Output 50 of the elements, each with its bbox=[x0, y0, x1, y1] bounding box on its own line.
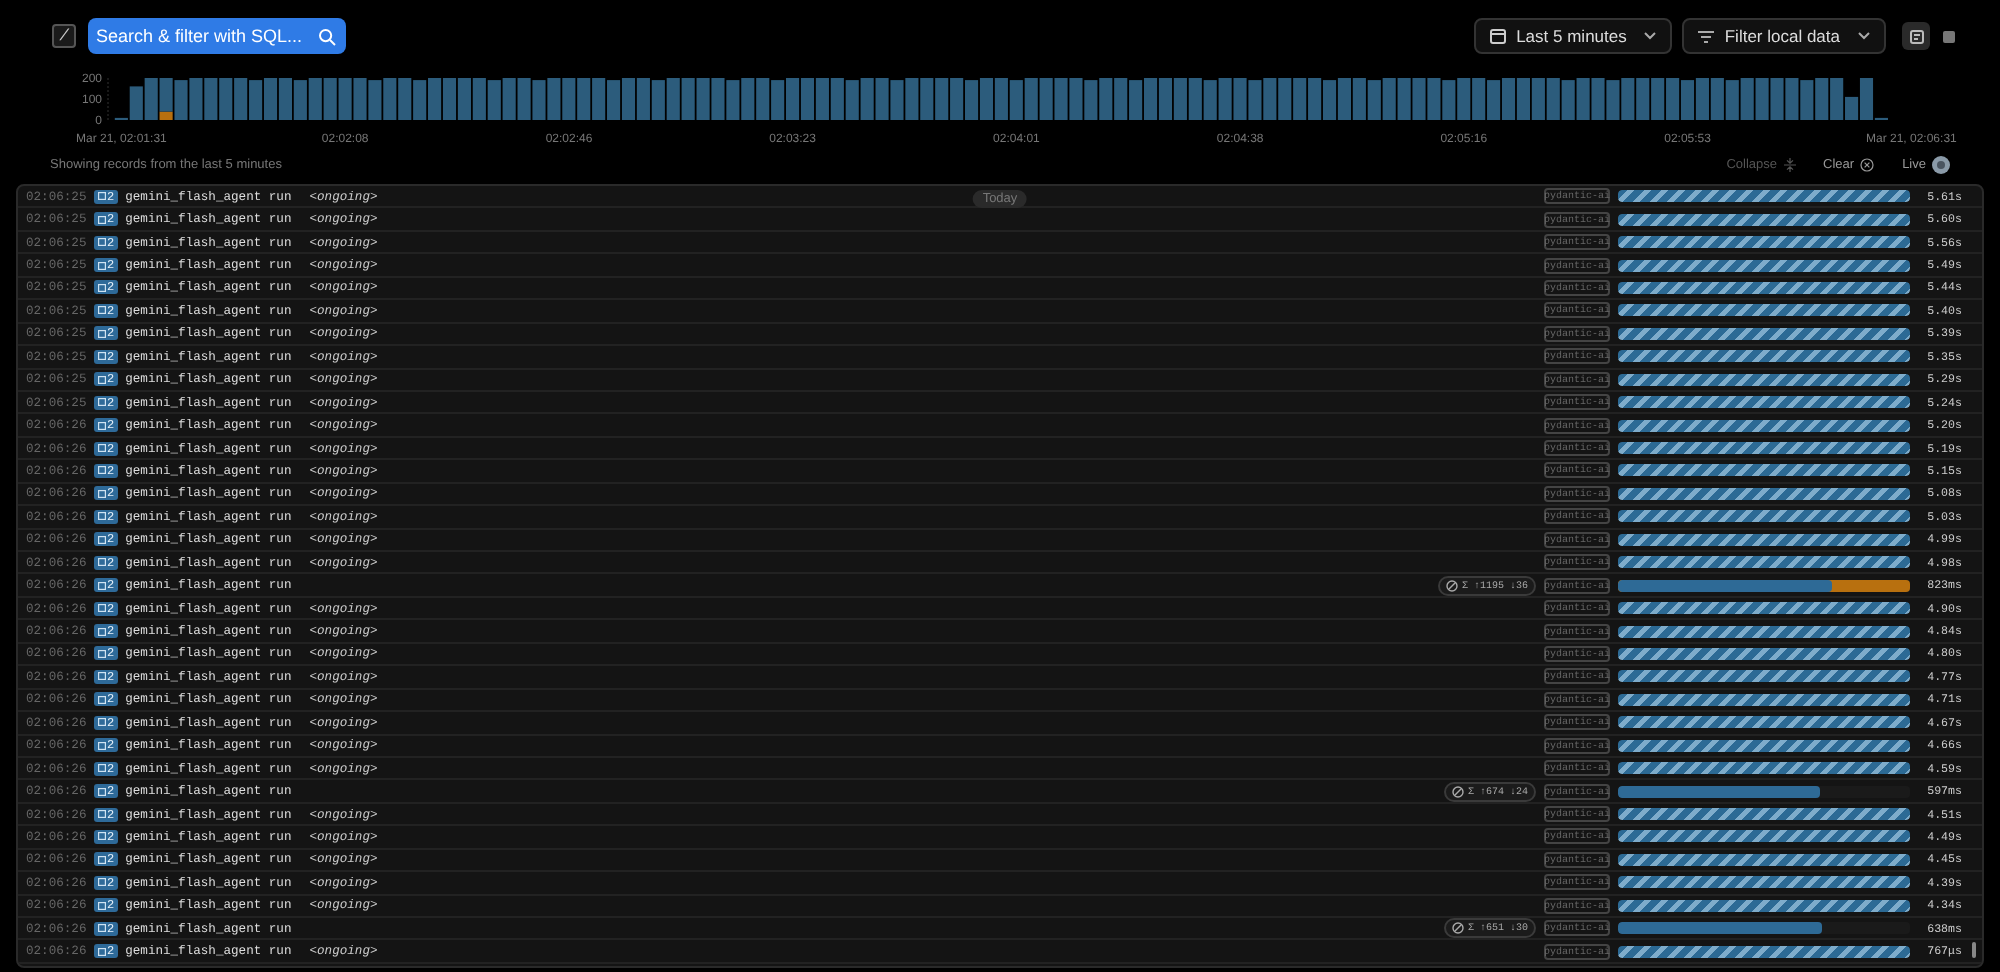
span-icon bbox=[97, 512, 105, 521]
shortcut-key-button[interactable]: / bbox=[52, 24, 76, 48]
filter-icon bbox=[1698, 29, 1715, 43]
calendar-icon bbox=[1490, 28, 1507, 44]
span-icon bbox=[97, 695, 105, 704]
span-icon bbox=[97, 787, 105, 796]
span-icon bbox=[97, 398, 105, 407]
span-icon bbox=[97, 283, 105, 292]
span-icon bbox=[97, 489, 105, 498]
span-icon bbox=[97, 421, 105, 430]
span-icon bbox=[97, 649, 105, 658]
span-icon bbox=[97, 901, 105, 910]
chevron-icon bbox=[1644, 32, 1657, 40]
span-icon bbox=[97, 672, 105, 681]
span-icon bbox=[97, 604, 105, 613]
collapse-icon bbox=[1783, 157, 1796, 171]
span-icon bbox=[97, 352, 105, 361]
span-icon bbox=[97, 741, 105, 750]
span-icon bbox=[97, 924, 105, 933]
span-icon bbox=[97, 466, 105, 475]
search-icon bbox=[318, 27, 337, 45]
list-icon bbox=[1941, 29, 1955, 43]
span-icon bbox=[97, 764, 105, 773]
filter-dropdown[interactable]: Filter local data bbox=[1682, 18, 1886, 54]
scrollbar-thumb[interactable] bbox=[1972, 942, 1976, 958]
span-icon bbox=[97, 810, 105, 819]
span-icon bbox=[97, 832, 105, 841]
clear-icon bbox=[1860, 157, 1875, 171]
search-button[interactable]: Search & filter with SQL... bbox=[88, 18, 347, 54]
span-icon bbox=[97, 627, 105, 636]
span-icon bbox=[97, 718, 105, 727]
span-icon bbox=[97, 192, 105, 201]
time-range-dropdown[interactable]: Last 5 minutes bbox=[1474, 18, 1673, 54]
timeline-icon bbox=[1909, 29, 1923, 43]
span-icon bbox=[97, 375, 105, 384]
span-icon bbox=[97, 558, 105, 567]
span-icon bbox=[97, 215, 105, 224]
span-icon bbox=[97, 581, 105, 590]
live-toggle-icon bbox=[1932, 155, 1950, 173]
span-icon bbox=[97, 238, 105, 247]
span-icon bbox=[97, 306, 105, 315]
span-icon bbox=[97, 947, 105, 956]
span-icon bbox=[97, 444, 105, 453]
chevron-icon bbox=[1858, 32, 1870, 40]
span-icon bbox=[97, 878, 105, 887]
span-icon bbox=[97, 261, 105, 270]
span-icon bbox=[97, 329, 105, 338]
view-toggle-button[interactable] bbox=[1902, 22, 1930, 50]
span-icon bbox=[97, 535, 105, 544]
span-icon bbox=[97, 855, 105, 864]
